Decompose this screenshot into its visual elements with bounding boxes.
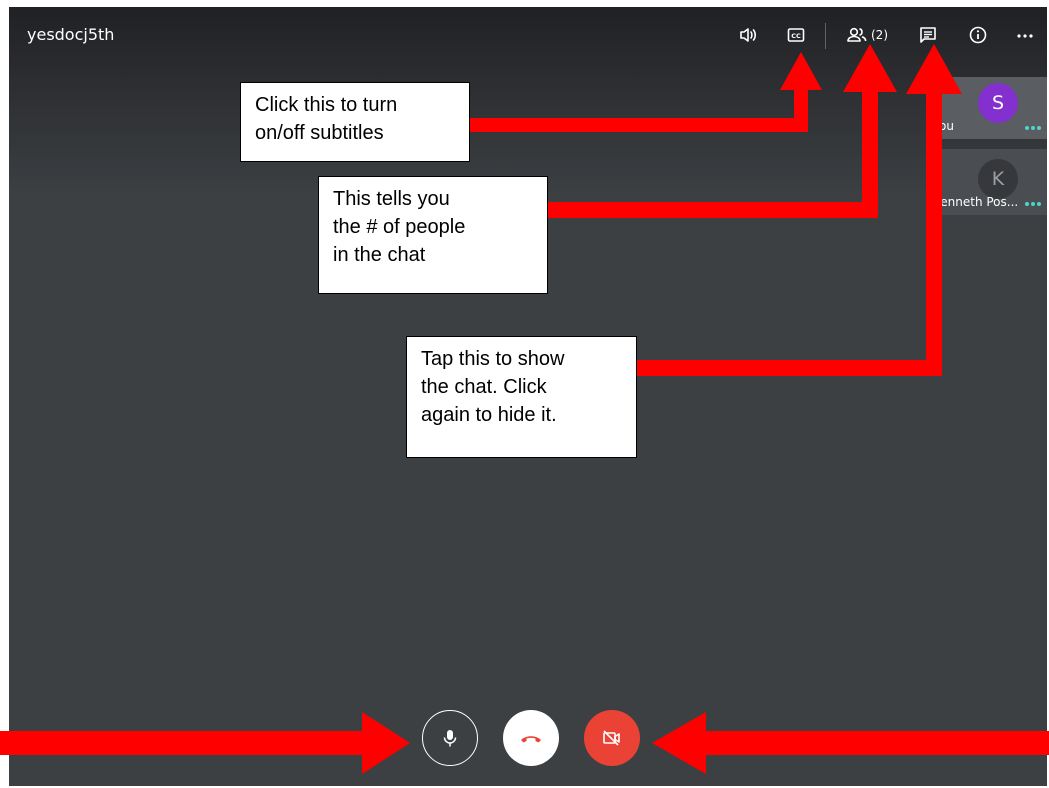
camera-off-icon bbox=[603, 730, 620, 746]
end-call-button[interactable] bbox=[503, 710, 559, 766]
callout-line: on/off subtitles bbox=[255, 122, 384, 144]
chat-button[interactable] bbox=[915, 20, 941, 50]
participant-tile[interactable]: S ou bbox=[939, 77, 1047, 139]
people-icon bbox=[847, 27, 867, 42]
callout-line: in the chat bbox=[333, 244, 426, 266]
closed-captions-icon: CC bbox=[787, 28, 805, 42]
callout-line: the chat. Click bbox=[421, 376, 547, 398]
callout-people-count: This tells you the # of people in the ch… bbox=[318, 176, 548, 294]
volume-icon bbox=[740, 28, 757, 42]
participant-name: ou bbox=[939, 119, 954, 133]
callout-chat: Tap this to show the chat. Click again t… bbox=[406, 336, 637, 458]
callout-subtitles: Click this to turn on/off subtitles bbox=[240, 82, 470, 162]
microphone-icon bbox=[443, 730, 457, 747]
info-icon bbox=[969, 26, 987, 44]
avatar: K bbox=[978, 159, 1018, 199]
phone-hangup-icon bbox=[521, 736, 541, 743]
volume-button[interactable] bbox=[735, 20, 761, 50]
more-options-icon bbox=[1017, 34, 1033, 38]
camera-toggle-button[interactable] bbox=[584, 710, 640, 766]
microphone-button[interactable] bbox=[422, 710, 478, 766]
audio-indicator-icon bbox=[1025, 126, 1041, 130]
info-button[interactable] bbox=[965, 20, 991, 50]
audio-indicator-icon bbox=[1025, 202, 1041, 206]
participant-name: Kenneth Pos... bbox=[939, 195, 1019, 209]
meeting-code: yesdocj5th bbox=[27, 25, 115, 44]
people-button[interactable]: (2) bbox=[841, 20, 893, 50]
callout-line: Click this to turn bbox=[255, 94, 398, 116]
more-options-button[interactable] bbox=[1012, 20, 1038, 50]
callout-line: the # of people bbox=[333, 216, 466, 238]
callout-line: This tells you bbox=[333, 188, 450, 210]
avatar: S bbox=[978, 83, 1018, 123]
svg-text:CC: CC bbox=[791, 32, 801, 40]
callout-line: Tap this to show bbox=[421, 348, 565, 370]
captions-button[interactable]: CC bbox=[783, 20, 809, 50]
callout-line: again to hide it. bbox=[421, 404, 557, 426]
people-count: (2) bbox=[871, 28, 888, 42]
chat-icon bbox=[920, 27, 936, 43]
topbar-divider bbox=[825, 23, 826, 49]
participant-tile[interactable]: K Kenneth Pos... bbox=[939, 149, 1047, 215]
